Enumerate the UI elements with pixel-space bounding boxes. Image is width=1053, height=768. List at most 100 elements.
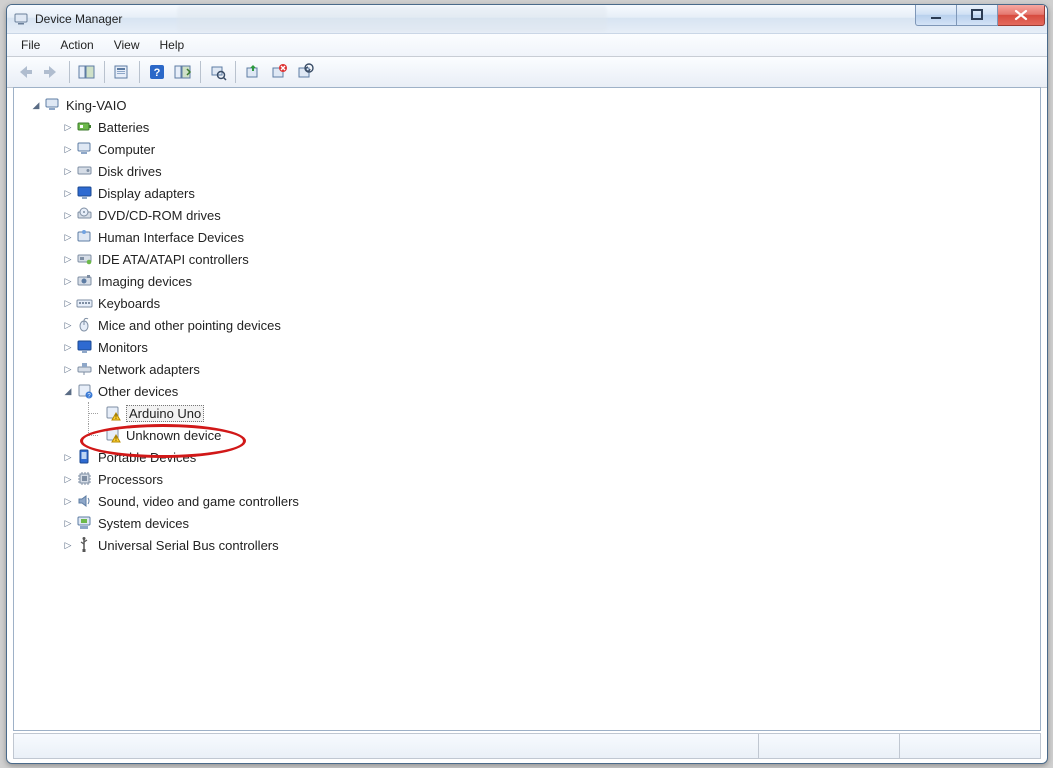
scan-button[interactable]: [205, 59, 231, 85]
expander-icon[interactable]: ◢: [30, 99, 42, 111]
background-tab-blur: [177, 6, 607, 32]
tree-cat-system[interactable]: ▷ System devices: [18, 512, 1040, 534]
tree-item-arduino-uno[interactable]: ! Arduino Uno: [18, 402, 1040, 424]
properties-button[interactable]: [109, 59, 135, 85]
window-title: Device Manager: [35, 12, 122, 26]
minimize-button[interactable]: [915, 5, 957, 26]
tree-cat-ide[interactable]: ▷ IDE ATA/ATAPI controllers: [18, 248, 1040, 270]
tree-cat-other-devices[interactable]: ◢ ? Other devices: [18, 380, 1040, 402]
tree-cat-usb[interactable]: ▷ Universal Serial Bus controllers: [18, 534, 1040, 556]
svg-text:!: !: [115, 415, 117, 421]
app-icon: [13, 11, 29, 27]
battery-icon: [76, 118, 94, 136]
expander-icon[interactable]: ▷: [62, 473, 74, 485]
help-button[interactable]: ?: [144, 59, 170, 85]
expander-icon[interactable]: ◢: [62, 385, 74, 397]
tree-cat-computer[interactable]: ▷ Computer: [18, 138, 1040, 160]
close-button[interactable]: [998, 5, 1045, 26]
toolbar-sep: [104, 61, 105, 83]
tree-item-unknown-device[interactable]: ! Unknown device: [18, 424, 1040, 446]
expander-icon[interactable]: ▷: [62, 209, 74, 221]
console-tree-button[interactable]: [74, 59, 100, 85]
expander-icon[interactable]: ▷: [62, 451, 74, 463]
tree-cat-label: Human Interface Devices: [98, 230, 244, 245]
statusbar-cell: [758, 734, 899, 758]
computer-icon: [76, 140, 94, 158]
svg-text:!: !: [115, 437, 117, 443]
device-manager-window: Device Manager File Action View Help: [6, 4, 1048, 764]
expander-icon[interactable]: ▷: [62, 539, 74, 551]
tree-cat-label: Disk drives: [98, 164, 162, 179]
warning-device-icon: !: [104, 426, 122, 444]
device-tree-pane[interactable]: ◢ King-VAIO ▷ Batteries ▷ Computer: [13, 87, 1041, 731]
menu-file[interactable]: File: [11, 36, 50, 54]
tree-cat-label: Imaging devices: [98, 274, 192, 289]
expander-icon[interactable]: ▷: [62, 363, 74, 375]
tree-cat-label: IDE ATA/ATAPI controllers: [98, 252, 249, 267]
tree-cat-batteries[interactable]: ▷ Batteries: [18, 116, 1040, 138]
tree-cat-hid[interactable]: ▷ Human Interface Devices: [18, 226, 1040, 248]
monitor-icon: [76, 338, 94, 356]
tree-cat-label: Batteries: [98, 120, 149, 135]
tree-cat-network[interactable]: ▷ Network adapters: [18, 358, 1040, 380]
statusbar-cell: [899, 734, 1040, 758]
system-icon: [76, 514, 94, 532]
keyboard-icon: [76, 294, 94, 312]
tree-cat-dvd[interactable]: ▷ DVD/CD-ROM drives: [18, 204, 1040, 226]
titlebar[interactable]: Device Manager: [7, 5, 1047, 34]
cpu-icon: [76, 470, 94, 488]
update-driver-button[interactable]: [240, 59, 266, 85]
window-buttons: [915, 5, 1045, 26]
menu-view[interactable]: View: [104, 36, 150, 54]
tree-cat-label: Mice and other pointing devices: [98, 318, 281, 333]
tree-cat-imaging[interactable]: ▷ Imaging devices: [18, 270, 1040, 292]
expander-icon[interactable]: ▷: [62, 143, 74, 155]
expander-icon[interactable]: ▷: [62, 187, 74, 199]
tree-cat-label: Monitors: [98, 340, 148, 355]
tree-root[interactable]: ◢ King-VAIO: [18, 94, 1040, 116]
other-icon: ?: [76, 382, 94, 400]
tree-cat-display-adapters[interactable]: ▷ Display adapters: [18, 182, 1040, 204]
expander-icon[interactable]: ▷: [62, 165, 74, 177]
expander-icon[interactable]: ▷: [62, 495, 74, 507]
statusbar: [13, 733, 1041, 759]
expander-icon[interactable]: ▷: [62, 121, 74, 133]
show-hidden-button[interactable]: [170, 59, 196, 85]
tree-cat-label: Sound, video and game controllers: [98, 494, 299, 509]
tree-cat-monitors[interactable]: ▷ Monitors: [18, 336, 1040, 358]
expander-icon[interactable]: ▷: [62, 275, 74, 287]
expander-icon[interactable]: ▷: [62, 341, 74, 353]
dvd-icon: [76, 206, 94, 224]
ide-icon: [76, 250, 94, 268]
disk-icon: [76, 162, 94, 180]
tree-cat-sound[interactable]: ▷ Sound, video and game controllers: [18, 490, 1040, 512]
tree-cat-processors[interactable]: ▷ Processors: [18, 468, 1040, 490]
maximize-button[interactable]: [957, 5, 998, 26]
tree-line: [82, 402, 98, 424]
back-button[interactable]: [13, 59, 39, 85]
mouse-icon: [76, 316, 94, 334]
tree-cat-label: System devices: [98, 516, 189, 531]
computer-icon: [44, 96, 62, 114]
camera-icon: [76, 272, 94, 290]
uninstall-button[interactable]: [266, 59, 292, 85]
menu-action[interactable]: Action: [50, 36, 103, 54]
device-tree: ◢ King-VAIO ▷ Batteries ▷ Computer: [14, 94, 1040, 556]
expander-icon[interactable]: ▷: [62, 297, 74, 309]
tree-cat-mice[interactable]: ▷ Mice and other pointing devices: [18, 314, 1040, 336]
tree-line: [82, 424, 98, 446]
disable-button[interactable]: [292, 59, 318, 85]
tree-cat-label: DVD/CD-ROM drives: [98, 208, 221, 223]
tree-root-label: King-VAIO: [66, 98, 126, 113]
expander-icon[interactable]: ▷: [62, 231, 74, 243]
tree-cat-portable[interactable]: ▷ Portable Devices: [18, 446, 1040, 468]
expander-icon[interactable]: ▷: [62, 253, 74, 265]
expander-icon[interactable]: ▷: [62, 517, 74, 529]
expander-icon[interactable]: ▷: [62, 319, 74, 331]
tree-cat-label: Processors: [98, 472, 163, 487]
menu-help[interactable]: Help: [150, 36, 195, 54]
tree-cat-disk-drives[interactable]: ▷ Disk drives: [18, 160, 1040, 182]
forward-button[interactable]: [39, 59, 65, 85]
tree-cat-keyboards[interactable]: ▷ Keyboards: [18, 292, 1040, 314]
tree-cat-label: Network adapters: [98, 362, 200, 377]
